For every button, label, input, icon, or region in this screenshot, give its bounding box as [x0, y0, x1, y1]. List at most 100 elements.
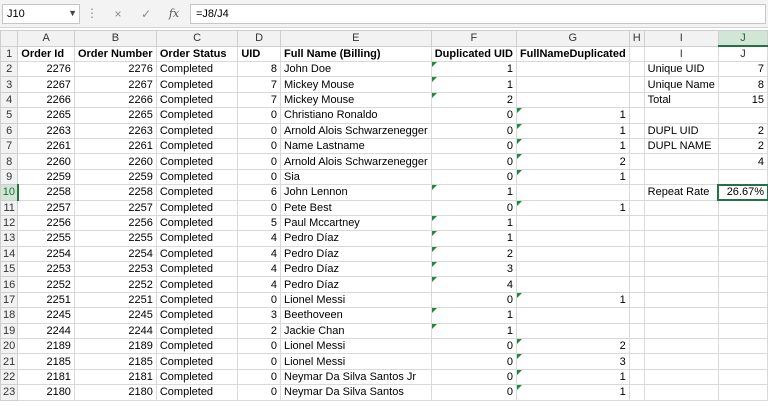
cell-i6[interactable]: DUPL UID [643, 122, 719, 139]
cell-g16[interactable] [515, 276, 630, 293]
cell-g19[interactable] [515, 322, 630, 340]
cell-g6[interactable]: 1 [515, 122, 630, 139]
cell-c14[interactable]: Completed [155, 245, 239, 263]
cell-g21[interactable]: 3 [515, 353, 630, 370]
cell-h23[interactable] [628, 384, 645, 401]
cell-g18[interactable] [515, 307, 630, 324]
cell-g10[interactable] [515, 184, 630, 201]
cell-d21[interactable]: 0 [237, 353, 281, 370]
cell-a8[interactable]: 2260 [17, 153, 75, 170]
row-header[interactable]: 18 [0, 307, 19, 324]
cell-d9[interactable]: 0 [237, 168, 281, 186]
cell-e1[interactable]: Full Name (Billing) [280, 45, 432, 62]
cell-j2[interactable]: 7 [717, 60, 768, 78]
column-header-a[interactable]: A [17, 30, 75, 47]
row-header[interactable]: 9 [0, 168, 19, 186]
row-header[interactable]: 23 [0, 384, 19, 401]
cell-e4[interactable]: Mickey Mouse [280, 91, 432, 109]
cell-i21[interactable] [643, 353, 719, 370]
cell-i15[interactable] [643, 261, 719, 278]
column-header-f[interactable]: F [430, 30, 517, 47]
cell-c7[interactable]: Completed [155, 137, 239, 155]
row-header[interactable]: 5 [0, 107, 19, 124]
cell-d3[interactable]: 7 [237, 76, 281, 93]
row-header[interactable]: 22 [0, 368, 19, 386]
cell-f11[interactable]: 0 [430, 199, 517, 216]
cell-a5[interactable]: 2265 [17, 107, 75, 124]
cell-f9[interactable]: 0 [430, 168, 517, 186]
cell-a3[interactable]: 2267 [17, 76, 75, 93]
cell-i11[interactable] [643, 199, 719, 216]
name-box[interactable]: J10 ▼ [2, 4, 80, 24]
cell-c11[interactable]: Completed [155, 199, 239, 216]
cell-j10[interactable]: 26.67% [717, 183, 768, 202]
cell-c4[interactable]: Completed [155, 91, 239, 109]
cell-d16[interactable]: 4 [237, 276, 281, 293]
cell-j5[interactable] [717, 107, 768, 124]
cell-a19[interactable]: 2244 [17, 322, 75, 340]
cell-i19[interactable] [643, 322, 719, 340]
cell-j19[interactable] [717, 322, 768, 340]
cell-d14[interactable]: 4 [237, 245, 281, 263]
cell-f3[interactable]: 1 [430, 76, 517, 93]
cell-e14[interactable]: Pedro Díaz [280, 245, 432, 263]
cell-d8[interactable]: 0 [237, 153, 281, 170]
cell-b15[interactable]: 2253 [73, 261, 157, 278]
cell-f19[interactable]: 1 [430, 322, 517, 340]
cell-e5[interactable]: Christiano Ronaldo [280, 107, 432, 124]
cell-h11[interactable] [628, 199, 645, 216]
select-all-corner[interactable] [0, 30, 19, 47]
cell-g12[interactable] [515, 214, 630, 232]
cell-h21[interactable] [628, 353, 645, 370]
cell-d7[interactable]: 0 [237, 137, 281, 155]
cell-e15[interactable]: Pedro Díaz [280, 261, 432, 278]
cell-h3[interactable] [628, 76, 645, 93]
cell-d1[interactable]: UID [237, 45, 281, 62]
cell-g13[interactable] [515, 230, 630, 247]
cell-c20[interactable]: Completed [155, 338, 239, 355]
cell-h2[interactable] [628, 60, 645, 78]
cell-j9[interactable] [717, 168, 768, 186]
cell-b21[interactable]: 2185 [73, 353, 157, 370]
cell-a9[interactable]: 2259 [17, 168, 75, 186]
cell-e2[interactable]: John Doe [280, 60, 432, 78]
cell-f12[interactable]: 1 [430, 214, 517, 232]
cell-c9[interactable]: Completed [155, 168, 239, 186]
cell-h18[interactable] [628, 307, 645, 324]
cell-h8[interactable] [628, 153, 645, 170]
insert-function-icon[interactable]: fx [164, 4, 184, 24]
column-header-j[interactable]: J [717, 30, 768, 47]
row-header[interactable]: 17 [0, 291, 19, 309]
row-header[interactable]: 1 [0, 45, 19, 62]
cell-c10[interactable]: Completed [155, 184, 239, 201]
cell-b14[interactable]: 2254 [73, 245, 157, 263]
cell-a20[interactable]: 2189 [17, 338, 75, 355]
cell-f7[interactable]: 0 [430, 137, 517, 155]
cell-c17[interactable]: Completed [155, 291, 239, 309]
cell-a10[interactable]: 2258 [17, 184, 75, 201]
cell-h22[interactable] [628, 368, 645, 386]
cell-g1[interactable]: FullNameDuplicated [515, 45, 630, 62]
column-header-d[interactable]: D [237, 30, 281, 47]
cell-h12[interactable] [628, 214, 645, 232]
row-header[interactable]: 10 [0, 184, 19, 201]
cell-i8[interactable] [643, 153, 719, 170]
cell-a1[interactable]: Order Id [17, 45, 75, 62]
cell-a16[interactable]: 2252 [17, 276, 75, 293]
column-header-c[interactable]: C [155, 30, 239, 47]
cancel-icon[interactable]: × [108, 4, 128, 24]
cell-a21[interactable]: 2185 [17, 353, 75, 370]
cell-f5[interactable]: 0 [430, 107, 517, 124]
cell-d20[interactable]: 0 [237, 338, 281, 355]
cell-j18[interactable] [717, 307, 768, 324]
cell-j17[interactable] [717, 291, 768, 309]
column-header-i[interactable]: I [643, 30, 719, 47]
chevron-down-icon[interactable]: ▼ [68, 8, 77, 18]
cell-e8[interactable]: Arnold Alois Schwarzenegger [280, 153, 432, 170]
cell-i18[interactable] [643, 307, 719, 324]
column-header-g[interactable]: G [515, 30, 630, 47]
cell-i20[interactable] [643, 338, 719, 355]
cell-f18[interactable]: 1 [430, 307, 517, 324]
cell-a4[interactable]: 2266 [17, 91, 75, 109]
cell-c5[interactable]: Completed [155, 107, 239, 124]
